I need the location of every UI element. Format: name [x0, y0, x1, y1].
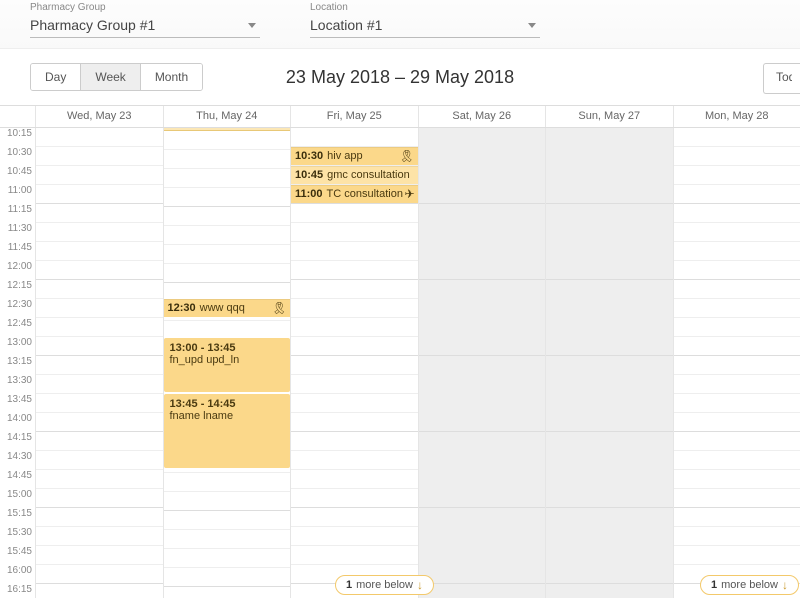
time-label: 14:15	[0, 432, 35, 451]
day-header: Wed, May 23	[35, 106, 163, 127]
time-label: 12:00	[0, 261, 35, 280]
event-title: hiv app	[327, 150, 362, 162]
airplane-icon: ✈	[404, 187, 414, 201]
event-title: fname lname	[170, 410, 285, 422]
calendar-event[interactable]: 13:45 - 14:45 fname lname	[164, 394, 291, 468]
time-label: 10:15	[0, 128, 35, 147]
day-column-thu[interactable]: 12:30 www qqq 🎗 13:00 - 13:45 fn_upd upd_…	[163, 128, 291, 598]
month-view-button[interactable]: Month	[141, 64, 202, 90]
calendar-grid[interactable]: 10:1510:3010:4511:0011:1511:3011:4512:00…	[0, 128, 800, 598]
more-below-button[interactable]: 1 more below ↓	[335, 575, 434, 595]
event-time: 10:45	[295, 169, 323, 181]
calendar-event[interactable]: 10:30 hiv app 🎗	[291, 147, 418, 165]
day-header: Mon, May 28	[673, 106, 800, 127]
calendar-event[interactable]: 12:30 www qqq 🎗	[164, 299, 291, 317]
more-count: 1	[346, 579, 352, 591]
time-label: 12:45	[0, 318, 35, 337]
time-label: 13:00	[0, 337, 35, 356]
day-columns: 12:30 www qqq 🎗 13:00 - 13:45 fn_upd upd_…	[35, 128, 800, 598]
calendar: Wed, May 23 Thu, May 24 Fri, May 25 Sat,…	[0, 105, 800, 598]
location-label: Location	[310, 2, 540, 13]
time-label: 14:00	[0, 413, 35, 432]
day-column-fri[interactable]: 10:30 hiv app 🎗 10:45 gmc consultation 11:…	[290, 128, 418, 598]
event-time: 12:30	[168, 302, 196, 314]
view-switcher: Day Week Month	[30, 63, 203, 91]
time-label: 15:00	[0, 489, 35, 508]
arrow-down-icon: ↓	[782, 578, 788, 592]
time-label: 10:30	[0, 147, 35, 166]
arrow-down-icon: ↓	[417, 578, 423, 592]
time-label: 11:15	[0, 204, 35, 223]
time-label: 10:45	[0, 166, 35, 185]
day-column-mon[interactable]	[673, 128, 800, 598]
ribbon-icon: 🎗	[399, 149, 414, 163]
chevron-down-icon	[528, 23, 536, 28]
day-header: Thu, May 24	[163, 106, 291, 127]
more-label: more below	[721, 579, 778, 591]
event-title: TC consultation	[327, 188, 403, 200]
time-label: 14:30	[0, 451, 35, 470]
date-range: 23 May 2018 – 29 May 2018	[286, 67, 514, 88]
time-label: 13:45	[0, 394, 35, 413]
calendar-event[interactable]: 10:45 gmc consultation	[291, 166, 418, 184]
day-column-wed[interactable]	[35, 128, 163, 598]
calendar-event[interactable]: 13:00 - 13:45 fn_upd upd_ln	[164, 338, 291, 392]
time-column-header	[0, 106, 35, 127]
calendar-event[interactable]: 11:00 TC consultation ✈	[291, 185, 418, 203]
day-headers: Wed, May 23 Thu, May 24 Fri, May 25 Sat,…	[0, 106, 800, 128]
pharmacy-group-filter: Pharmacy Group Pharmacy Group #1	[30, 2, 260, 38]
chevron-down-icon	[248, 23, 256, 28]
event-time: 13:45 - 14:45	[170, 398, 285, 410]
filter-bar: Pharmacy Group Pharmacy Group #1 Locatio…	[0, 0, 800, 49]
week-view-button[interactable]: Week	[81, 64, 140, 90]
time-label: 11:00	[0, 185, 35, 204]
event-time: 13:00 - 13:45	[170, 342, 285, 354]
time-label: 11:30	[0, 223, 35, 242]
event-title: www qqq	[200, 302, 245, 314]
location-select[interactable]: Location #1	[310, 15, 540, 38]
time-label: 16:15	[0, 584, 35, 598]
time-label: 11:45	[0, 242, 35, 261]
time-label: 12:15	[0, 280, 35, 299]
time-label: 15:30	[0, 527, 35, 546]
day-header: Sun, May 27	[545, 106, 673, 127]
day-column-sun[interactable]	[545, 128, 673, 598]
time-labels: 10:1510:3010:4511:0011:1511:3011:4512:00…	[0, 128, 35, 598]
location-value: Location #1	[310, 17, 382, 33]
more-label: more below	[356, 579, 413, 591]
time-label: 15:45	[0, 546, 35, 565]
day-view-button[interactable]: Day	[31, 64, 81, 90]
more-below-button[interactable]: 1 more below ↓	[700, 575, 799, 595]
ribbon-icon: 🎗	[272, 301, 287, 315]
more-count: 1	[711, 579, 717, 591]
time-label: 15:15	[0, 508, 35, 527]
time-label: 12:30	[0, 299, 35, 318]
pharmacy-group-select[interactable]: Pharmacy Group #1	[30, 15, 260, 38]
time-label: 14:45	[0, 470, 35, 489]
time-label: 13:15	[0, 356, 35, 375]
day-column-sat[interactable]	[418, 128, 546, 598]
event-title: gmc consultation	[327, 169, 410, 181]
day-header: Fri, May 25	[290, 106, 418, 127]
today-button[interactable]: Today	[763, 63, 800, 94]
event-time: 11:00	[295, 188, 323, 200]
pharmacy-group-label: Pharmacy Group	[30, 2, 260, 13]
day-header: Sat, May 26	[418, 106, 546, 127]
time-label: 13:30	[0, 375, 35, 394]
pharmacy-group-value: Pharmacy Group #1	[30, 17, 155, 33]
event-time: 10:30	[295, 150, 323, 162]
time-label: 16:00	[0, 565, 35, 584]
location-filter: Location Location #1	[310, 2, 540, 38]
calendar-toolbar: Day Week Month 23 May 2018 – 29 May 2018…	[0, 49, 800, 105]
event-title: fn_upd upd_ln	[170, 354, 285, 366]
